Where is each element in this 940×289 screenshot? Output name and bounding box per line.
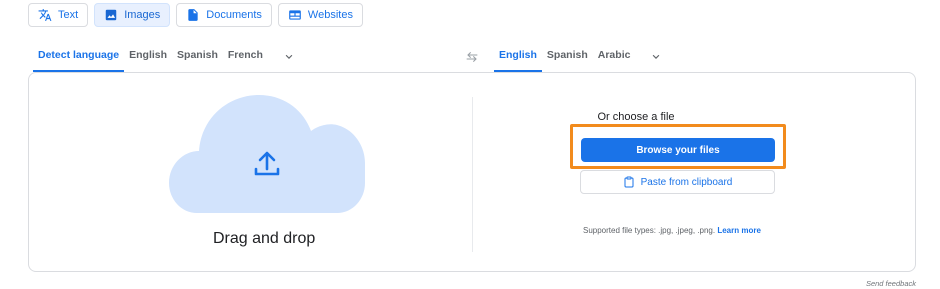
target-lang-english[interactable]: English	[494, 42, 542, 72]
source-language-bar: Detect language English Spanish French	[33, 42, 296, 72]
tab-documents-label: Documents	[206, 9, 262, 21]
source-lang-english[interactable]: English	[124, 42, 172, 72]
website-icon	[289, 10, 301, 20]
chevron-down-icon[interactable]	[649, 50, 663, 64]
translate-icon	[38, 9, 52, 21]
target-lang-spanish[interactable]: Spanish	[542, 42, 593, 72]
swap-languages-icon[interactable]	[464, 49, 480, 65]
source-lang-spanish[interactable]: Spanish	[172, 42, 223, 72]
drag-and-drop-label: Drag and drop	[213, 230, 316, 247]
clipboard-icon	[624, 176, 634, 188]
tab-documents[interactable]: Documents	[176, 3, 272, 27]
paste-from-clipboard-button[interactable]: Paste from clipboard	[580, 170, 775, 194]
tab-images[interactable]: Images	[94, 3, 171, 27]
target-lang-arabic[interactable]: Arabic	[593, 42, 636, 72]
upload-cloud-icon[interactable]	[169, 93, 365, 213]
learn-more-link[interactable]: Learn more	[717, 226, 761, 235]
source-lang-detect[interactable]: Detect language	[33, 42, 125, 72]
chevron-down-icon[interactable]	[282, 50, 296, 64]
tab-websites[interactable]: Websites	[277, 3, 363, 27]
paste-label: Paste from clipboard	[640, 176, 733, 188]
panel-divider	[472, 97, 473, 252]
tab-images-label: Images	[124, 9, 161, 21]
mode-tabs: Text Images Documents Websites	[28, 3, 363, 27]
tab-text-label: Text	[58, 9, 79, 21]
browse-files-button[interactable]: Browse your files	[581, 138, 775, 162]
send-feedback-link[interactable]: Send feedback	[866, 279, 916, 288]
document-icon	[188, 9, 198, 21]
tab-websites-label: Websites	[307, 9, 353, 21]
target-language-bar: English Spanish Arabic	[494, 42, 663, 72]
image-upload-panel: Drag and drop Or choose a file Browse yo…	[28, 72, 916, 272]
choose-file-label: Or choose a file	[597, 111, 675, 123]
supported-file-types: Supported file types: .jpg, .jpeg, .png.…	[583, 226, 761, 235]
supported-text: Supported file types: .jpg, .jpeg, .png.	[583, 226, 716, 235]
tab-text[interactable]: Text	[28, 3, 89, 27]
image-icon	[105, 9, 117, 21]
source-lang-french[interactable]: French	[223, 42, 268, 72]
